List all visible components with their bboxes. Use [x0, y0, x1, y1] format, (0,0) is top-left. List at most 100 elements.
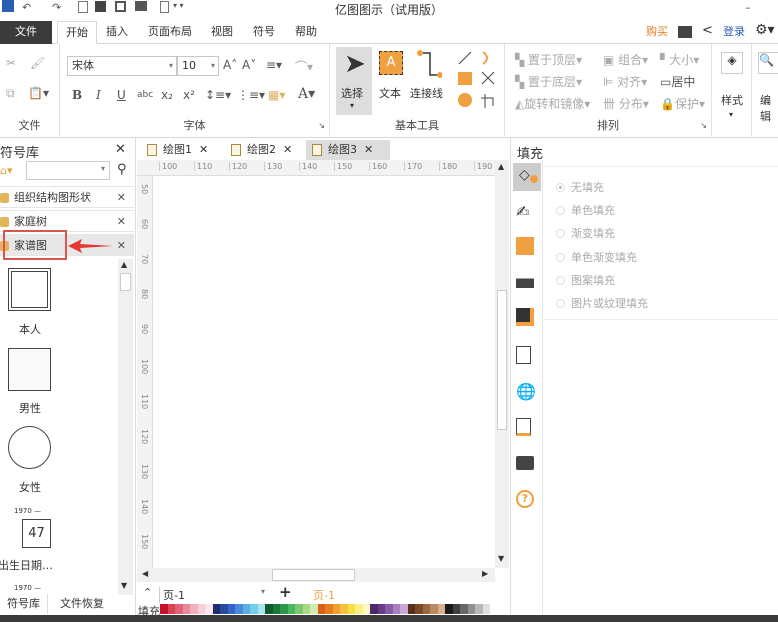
shrink-font-icon[interactable]: A˅: [242, 58, 256, 72]
palette-swatch[interactable]: [377, 604, 385, 614]
scroll-thumb[interactable]: [272, 569, 355, 581]
palette-swatch[interactable]: [362, 604, 370, 614]
tab-page-layout[interactable]: 页面布局: [140, 21, 200, 44]
palette-swatch[interactable]: [280, 604, 288, 614]
paste-icon[interactable]: 📋▾: [28, 86, 49, 100]
document-tab-1[interactable]: 绘图1 ✕: [141, 140, 208, 160]
palette-swatch[interactable]: [467, 604, 475, 614]
font-dialog-launcher-icon[interactable]: ↘: [318, 121, 325, 130]
home-icon[interactable]: ⌂▾: [0, 164, 13, 177]
palette-swatch[interactable]: [250, 604, 258, 614]
palette-swatch[interactable]: [220, 604, 228, 614]
palette-swatch[interactable]: [415, 604, 423, 614]
superscript-button[interactable]: x²: [183, 88, 195, 102]
rotate-mirror-button[interactable]: ◭旋转和镜像▾: [515, 95, 590, 112]
highlight-icon[interactable]: ▦▾: [268, 88, 285, 102]
palette-swatch[interactable]: [355, 604, 363, 614]
library-search-input[interactable]: ▾: [26, 161, 110, 180]
collapse-pages-icon[interactable]: ⌃: [143, 586, 152, 599]
connector-tool-button[interactable]: 连接线: [410, 47, 448, 115]
search-icon[interactable]: ⚲: [117, 162, 127, 177]
tab-file-recovery[interactable]: 文件恢复: [52, 594, 112, 614]
vertical-scrollbar[interactable]: ▲ ▼: [495, 160, 509, 568]
close-tab-icon[interactable]: ✕: [364, 143, 373, 156]
edit-button[interactable]: 🔍 编辑: [752, 44, 778, 136]
gradient-fill-option[interactable]: 渐变填充: [556, 225, 615, 241]
palette-swatch[interactable]: [370, 604, 378, 614]
single-gradient-fill-option[interactable]: 单色渐变填充: [556, 249, 637, 265]
close-icon[interactable]: ✕: [117, 187, 126, 209]
shadow-icon[interactable]: [516, 308, 534, 326]
settings-gear-icon[interactable]: ⚙▾: [755, 22, 775, 38]
center-button[interactable]: ▭居中: [660, 73, 695, 90]
font-color-icon[interactable]: A▾: [298, 86, 315, 102]
palette-swatch[interactable]: [287, 604, 295, 614]
line-spacing-icon[interactable]: ↕≡▾: [205, 88, 231, 102]
library-scrollbar[interactable]: ▲ ▼: [118, 259, 133, 595]
copy-icon[interactable]: ⧉: [6, 86, 15, 101]
male-shape[interactable]: [8, 348, 51, 391]
palette-swatch[interactable]: [160, 604, 168, 614]
document-properties-icon[interactable]: [516, 346, 531, 364]
palette-swatch[interactable]: [175, 604, 183, 614]
palette-swatch[interactable]: [437, 604, 445, 614]
drawing-canvas[interactable]: [154, 177, 495, 568]
italic-button[interactable]: I: [96, 88, 101, 102]
font-size-select[interactable]: 10 ▾: [177, 56, 219, 76]
palette-swatch[interactable]: [482, 604, 490, 614]
protect-button[interactable]: 🔒保护▾: [660, 95, 705, 112]
palette-swatch[interactable]: [205, 604, 213, 614]
line-style-icon[interactable]: ✍: [516, 202, 538, 224]
pattern-fill-option[interactable]: 图案填充: [556, 272, 615, 288]
help-icon[interactable]: ?: [516, 490, 534, 508]
tab-view[interactable]: 视图: [203, 21, 241, 44]
palette-swatch[interactable]: [302, 604, 310, 614]
arrange-dialog-launcher-icon[interactable]: ↘: [700, 121, 707, 130]
palette-swatch[interactable]: [235, 604, 243, 614]
align-icon[interactable]: ≡▾: [266, 58, 282, 72]
palette-swatch[interactable]: [227, 604, 235, 614]
palette-swatch[interactable]: [392, 604, 400, 614]
solid-fill-option[interactable]: 单色填充: [556, 202, 615, 218]
scroll-up-icon[interactable]: ▲: [121, 260, 127, 269]
tab-help[interactable]: 帮助: [287, 21, 325, 44]
palette-swatch[interactable]: [400, 604, 408, 614]
palette-swatch[interactable]: [242, 604, 250, 614]
palette-swatch[interactable]: [182, 604, 190, 614]
palette-swatch[interactable]: [452, 604, 460, 614]
curve-icon[interactable]: ⌒▾: [295, 58, 313, 75]
style-button[interactable]: ◈ 样式 ▾: [712, 44, 752, 136]
palette-swatch[interactable]: [212, 604, 220, 614]
library-item[interactable]: 家庭树 ✕: [0, 210, 134, 232]
close-icon[interactable]: ✕: [117, 211, 126, 233]
share-icon[interactable]: <: [702, 23, 713, 38]
menu-file[interactable]: 文件: [0, 21, 52, 44]
palette-swatch[interactable]: [167, 604, 175, 614]
scroll-up-icon[interactable]: ▲: [498, 162, 504, 171]
tab-home[interactable]: 开始: [57, 21, 97, 44]
underline-button[interactable]: U: [117, 88, 126, 102]
palette-swatch[interactable]: [430, 604, 438, 614]
palette-swatch[interactable]: [317, 604, 325, 614]
self-shape[interactable]: [8, 268, 51, 311]
female-shape[interactable]: [8, 426, 51, 469]
no-fill-option[interactable]: 无填充: [556, 179, 604, 195]
palette-swatch[interactable]: [332, 604, 340, 614]
birth-date-shape[interactable]: 47: [22, 519, 51, 548]
text-tool-button[interactable]: A 文本: [376, 47, 406, 115]
note-icon[interactable]: [516, 418, 531, 436]
close-icon[interactable]: ✕: [117, 235, 126, 257]
document-tab-2[interactable]: 绘图2 ✕: [225, 140, 292, 160]
bring-to-front-button[interactable]: ▚ 置于顶层▾: [515, 51, 582, 68]
page-tab-1[interactable]: 页-1: [313, 587, 335, 603]
palette-swatch[interactable]: [340, 604, 348, 614]
strikethrough-button[interactable]: abc: [137, 90, 153, 100]
size-button[interactable]: ▘大小▾: [660, 51, 699, 68]
palette-swatch[interactable]: [265, 604, 273, 614]
palette-swatch[interactable]: [475, 604, 483, 614]
tab-symbol[interactable]: 符号: [245, 21, 283, 44]
tab-insert[interactable]: 插入: [98, 21, 136, 44]
scroll-down-icon[interactable]: ▼: [498, 554, 504, 563]
globe-icon[interactable]: 🌐: [516, 382, 538, 404]
scroll-thumb[interactable]: [120, 273, 131, 291]
